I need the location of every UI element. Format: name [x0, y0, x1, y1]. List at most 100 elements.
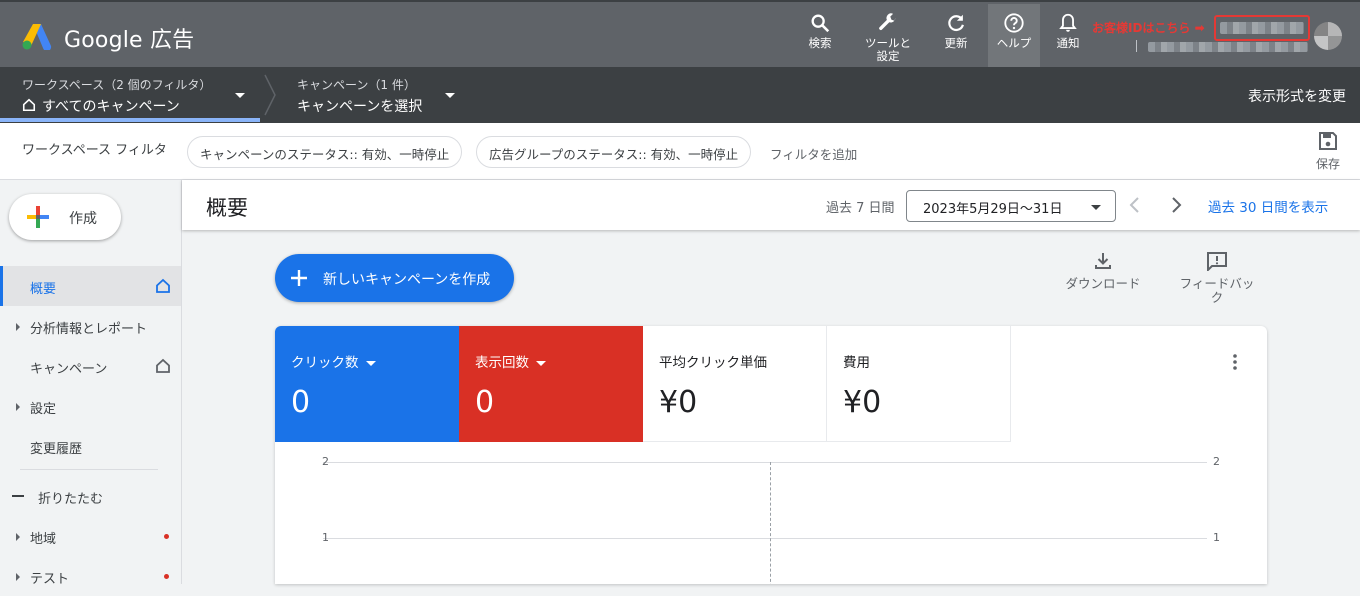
sidebar-collapse[interactable]: 折りたたむ — [0, 476, 181, 516]
period-label: 過去 7 日間 — [826, 201, 895, 216]
campaign-status-chip[interactable]: キャンペーンのステータス:: 有効、一時停止 — [187, 136, 463, 168]
adgroup-status-chip[interactable]: 広告グループのステータス:: 有効、一時停止 — [476, 136, 752, 168]
page-title: 概要 — [206, 196, 248, 220]
y-axis-tick-right: 1 — [1213, 531, 1220, 544]
expand-arrow-icon — [16, 323, 20, 331]
alert-dot — [164, 534, 169, 539]
metric-label: クリック数 — [291, 355, 359, 371]
chart-hover-line — [770, 462, 771, 584]
sidebar-item-label: 設定 — [30, 402, 57, 417]
sidebar-item-experiments[interactable]: テスト — [0, 556, 181, 596]
sidebar-item-locations[interactable]: 地域 — [0, 516, 181, 556]
campaign-dropdown-icon[interactable] — [445, 93, 455, 98]
plus-icon — [291, 270, 307, 286]
help-button[interactable]: ヘルプ — [988, 4, 1040, 68]
metric-label: 費用 — [843, 355, 870, 371]
more-options-icon[interactable] — [1233, 354, 1237, 370]
workspace-selector[interactable]: ワークスペース（2 個のフィルタ） すべてのキャンペーン — [22, 76, 211, 116]
sidebar-collapse-label: 折りたたむ — [38, 492, 104, 507]
expand-arrow-icon — [16, 573, 20, 581]
search-button[interactable]: 検索 — [800, 4, 840, 68]
save-button[interactable]: 保存 — [1312, 131, 1344, 172]
campaign-label: キャンペーン（1 件） — [297, 78, 416, 92]
create-button[interactable]: 作成 — [9, 194, 121, 240]
bell-icon — [1059, 13, 1077, 32]
sidebar-item-insights-reports[interactable]: 分析情報とレポート — [0, 306, 181, 346]
tools-settings-button[interactable]: ツールと 設定 — [860, 4, 916, 68]
create-label: 作成 — [69, 211, 97, 227]
feedback-button[interactable]: フィードバッ ク — [1176, 251, 1258, 305]
dropdown-icon — [365, 360, 376, 366]
sidebar-divider — [20, 469, 158, 470]
customer-id-redacted — [1220, 22, 1304, 34]
customer-id-annotation: お客様IDはこちら ➡ — [1092, 21, 1205, 35]
chart-gridline — [323, 538, 1207, 539]
date-range-value: 2023年5月29日〜31日 — [923, 202, 1063, 217]
metric-avg-cpc[interactable]: 平均クリック単価 ¥0 — [643, 326, 827, 442]
search-label: 検索 — [808, 36, 832, 50]
tools-label-2: 設定 — [876, 49, 900, 63]
plus-color-icon — [27, 206, 49, 228]
add-filter-link[interactable]: フィルタを追加 — [770, 144, 857, 163]
sidebar-item-label: 概要 — [30, 282, 57, 297]
alert-dot — [164, 574, 169, 579]
sidebar-item-campaigns[interactable]: キャンペーン — [0, 346, 181, 386]
view-last-30-days-link[interactable]: 過去 30 日間を表示 — [1208, 196, 1328, 216]
google-ads-logo-icon — [22, 24, 52, 50]
download-button[interactable]: ダウンロード — [1062, 251, 1144, 291]
download-label: ダウンロード — [1065, 276, 1141, 291]
y-axis-tick-right: 2 — [1213, 455, 1220, 468]
sidebar-item-settings[interactable]: 設定 — [0, 386, 181, 426]
chevron-right-icon[interactable] — [1169, 196, 1183, 214]
sidebar: 作成 概要 分析情報とレポート キャンペーン 設定 変更履歴 折りたたむ 地域 … — [0, 180, 182, 587]
campaign-selector[interactable]: キャンペーン（1 件） キャンペーンを選択 — [297, 76, 422, 116]
refresh-icon — [948, 14, 964, 32]
date-range-selector[interactable]: 2023年5月29日〜31日 — [906, 190, 1116, 222]
help-label: ヘルプ — [996, 36, 1032, 50]
collapse-icon — [12, 495, 24, 497]
metric-clicks[interactable]: クリック数 0 — [275, 326, 459, 442]
metric-label: 平均クリック単価 — [659, 355, 767, 371]
customer-id-box — [1214, 15, 1310, 41]
home-icon — [156, 278, 170, 293]
workspace-label: ワークスペース（2 個のフィルタ） — [22, 78, 212, 92]
new-campaign-button[interactable]: 新しいキャンペーンを作成 — [275, 254, 514, 302]
wrench-icon — [879, 13, 896, 31]
sidebar-item-label: 地域 — [30, 532, 57, 547]
expand-arrow-icon — [16, 403, 20, 411]
notifications-label: 通知 — [1056, 36, 1080, 50]
save-label: 保存 — [1315, 157, 1340, 171]
chevron-down-icon — [1091, 205, 1101, 210]
sidebar-item-overview[interactable]: 概要 — [0, 266, 181, 306]
metric-impressions[interactable]: 表示回数 0 — [459, 326, 643, 442]
sidebar-item-label: テスト — [30, 572, 70, 587]
dropdown-icon — [536, 360, 546, 366]
metric-label: 表示回数 — [475, 355, 529, 371]
change-view-button[interactable]: 表示形式を変更 — [1248, 86, 1346, 106]
brand-title: Google 広告 — [64, 28, 195, 53]
avatar[interactable] — [1314, 22, 1342, 50]
workspace-filter-bar: ワークスペース フィルタ キャンペーンのステータス:: 有効、一時停止 広告グル… — [0, 123, 1360, 180]
overview-header: 概要 過去 7 日間 2023年5月29日〜31日 過去 30 日間を表示 — [182, 180, 1360, 230]
metric-cost[interactable]: 費用 ¥0 — [827, 326, 1011, 442]
scope-nav: ワークスペース（2 個のフィルタ） すべてのキャンペーン キャンペーン（1 件）… — [0, 67, 1360, 123]
account-divider — [1136, 40, 1137, 52]
notifications-button[interactable]: 通知 — [1048, 4, 1088, 68]
workspace-dropdown-icon[interactable] — [235, 93, 245, 98]
metric-value: ¥0 — [659, 385, 698, 420]
home-icon — [22, 98, 36, 112]
sidebar-item-label: 変更履歴 — [30, 442, 83, 457]
workspace-value: すべてのキャンペーン — [42, 99, 180, 115]
chevron-left-icon[interactable] — [1128, 196, 1142, 214]
metric-value: 0 — [475, 385, 495, 420]
sidebar-item-change-history[interactable]: 変更履歴 — [0, 426, 181, 466]
sidebar-item-label: 分析情報とレポート — [30, 322, 148, 337]
refresh-label: 更新 — [944, 36, 968, 50]
download-icon — [1095, 253, 1111, 269]
search-icon — [811, 14, 830, 33]
performance-card: クリック数 0 表示回数 0 平均クリック単価 ¥0 費用 ¥0 2 1 2 1 — [275, 326, 1267, 584]
breadcrumb-chevron-icon — [264, 74, 276, 116]
refresh-button[interactable]: 更新 — [936, 4, 976, 68]
metric-value: ¥0 — [843, 385, 882, 420]
active-scope-indicator — [0, 118, 260, 122]
